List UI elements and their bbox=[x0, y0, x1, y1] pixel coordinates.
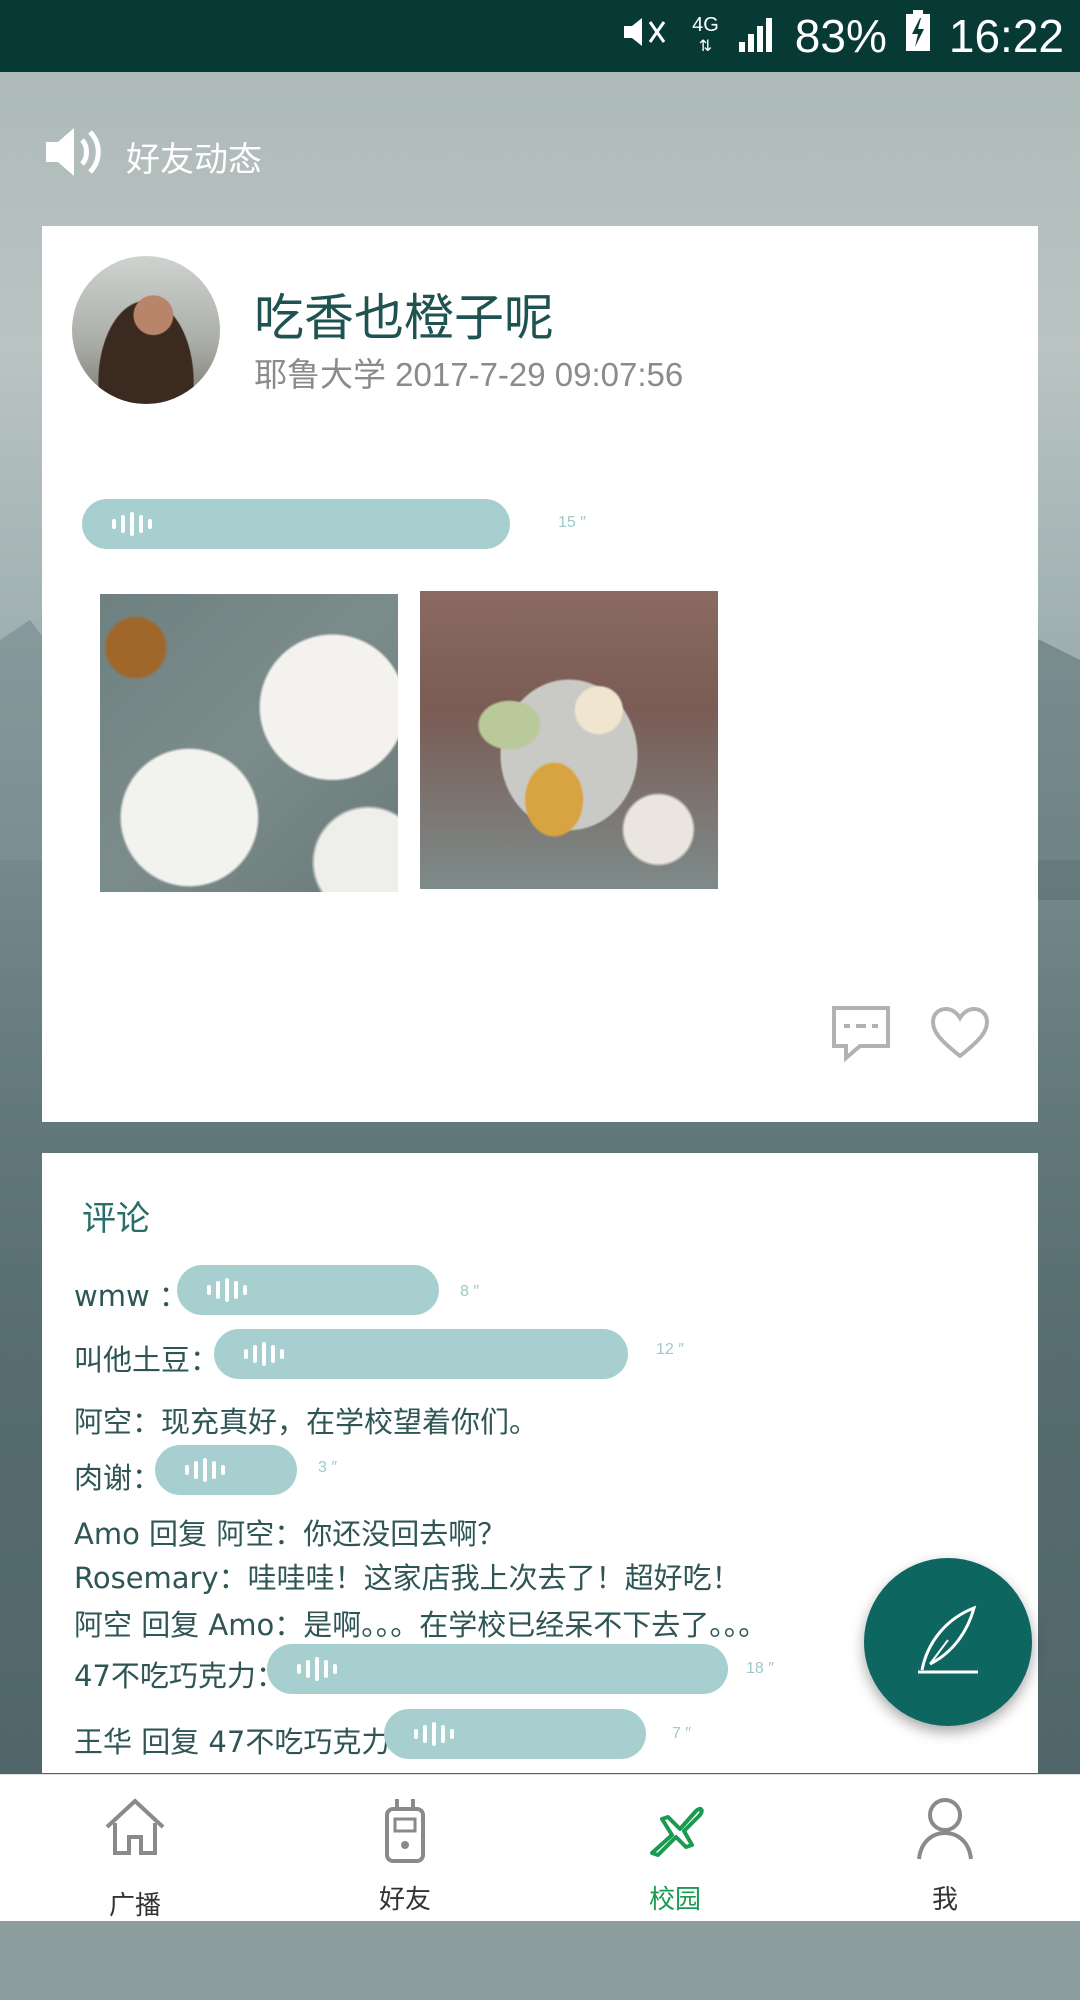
comment-voice-message[interactable] bbox=[177, 1265, 439, 1315]
network-4g-icon: 4G ⇅ bbox=[692, 14, 719, 55]
nav-label: 我 bbox=[931, 1885, 958, 1915]
comment-row: 阿空：现充真好，在学校望着你们。 bbox=[74, 1405, 539, 1439]
post-voice-duration: 15 ″ bbox=[558, 514, 586, 531]
comment-row: 叫他土豆： bbox=[74, 1343, 220, 1377]
post-meta: 耶鲁大学 2017-7-29 09:07:56 bbox=[254, 356, 684, 393]
sound-wave-icon bbox=[414, 1722, 454, 1746]
sound-wave-icon bbox=[112, 512, 152, 536]
comment-row: 肉谢： bbox=[74, 1461, 162, 1495]
nav-me[interactable]: 我 bbox=[810, 1775, 1080, 1921]
nav-label: 校园 bbox=[648, 1885, 701, 1915]
nav-label: 广播 bbox=[108, 1891, 161, 1921]
walkie-talkie-icon bbox=[383, 1797, 427, 1867]
comment-row: 王华 回复 47不吃巧克力： bbox=[74, 1725, 420, 1759]
signal-icon bbox=[737, 9, 777, 63]
like-heart-icon[interactable] bbox=[930, 1006, 990, 1064]
bottom-nav: 广播 好友 校园 我 bbox=[0, 1774, 1080, 1921]
comment-voice-duration: 12 ″ bbox=[656, 1341, 684, 1358]
nav-label: 好友 bbox=[378, 1885, 431, 1915]
post-photo-1[interactable] bbox=[100, 594, 398, 892]
post-photo-2[interactable] bbox=[420, 591, 718, 889]
post-author[interactable]: 吃香也橙子呢 bbox=[254, 278, 554, 350]
comment-voice-duration: 8 ″ bbox=[460, 1283, 480, 1300]
comment-row: 阿空 回复 Amo：是啊。。。在学校已经呆不下去了。。。 bbox=[74, 1608, 768, 1642]
sound-wave-icon bbox=[244, 1342, 284, 1366]
speaker-icon bbox=[44, 126, 106, 187]
comment-voice-duration: 18 ″ bbox=[746, 1660, 774, 1677]
home-icon bbox=[103, 1797, 167, 1861]
feather-pen-icon bbox=[908, 1600, 988, 1684]
avatar[interactable] bbox=[72, 256, 220, 404]
comment-voice-message[interactable] bbox=[384, 1709, 646, 1759]
comment-row: Rosemary：哇哇哇！这家店我上次去了！超好吃！ bbox=[74, 1561, 741, 1595]
comment-voice-message[interactable] bbox=[267, 1644, 728, 1694]
sound-wave-icon bbox=[297, 1657, 337, 1681]
comment-voice-duration: 3 ″ bbox=[318, 1459, 338, 1476]
status-bar: 4G ⇅ 83% 16:22 bbox=[0, 0, 1080, 72]
comment-row: Amo 回复 阿空：你还没回去啊？ bbox=[74, 1517, 507, 1551]
sound-wave-icon bbox=[207, 1278, 247, 1302]
battery-percent: 83% bbox=[794, 10, 887, 62]
comment-voice-message[interactable] bbox=[214, 1329, 628, 1379]
mute-icon bbox=[618, 9, 674, 63]
post-card: 吃香也橙子呢 耶鲁大学 2017-7-29 09:07:56 15 ″ bbox=[42, 226, 1038, 1122]
post-voice-message[interactable] bbox=[82, 499, 510, 549]
comment-icon[interactable] bbox=[830, 1004, 892, 1066]
comment-row: wmw ： bbox=[74, 1279, 188, 1313]
nav-friends[interactable]: 好友 bbox=[270, 1775, 540, 1921]
comment-voice-duration: 7 ″ bbox=[672, 1725, 692, 1742]
comment-row: 47不吃巧克力： bbox=[74, 1659, 285, 1693]
nav-campus[interactable]: 校园 bbox=[540, 1775, 810, 1921]
comments-title: 评论 bbox=[82, 1199, 150, 1239]
person-icon bbox=[915, 1797, 975, 1865]
battery-charging-icon bbox=[905, 9, 931, 63]
comment-voice-message[interactable] bbox=[155, 1445, 297, 1495]
sound-wave-icon bbox=[185, 1458, 225, 1482]
clock: 16:22 bbox=[948, 10, 1064, 62]
page-title: 好友动态 bbox=[126, 140, 262, 180]
nav-broadcast[interactable]: 广播 bbox=[0, 1775, 270, 1921]
feed-header: 好友动态 bbox=[44, 126, 262, 187]
airplane-icon bbox=[642, 1797, 708, 1867]
compose-button[interactable] bbox=[864, 1558, 1032, 1726]
